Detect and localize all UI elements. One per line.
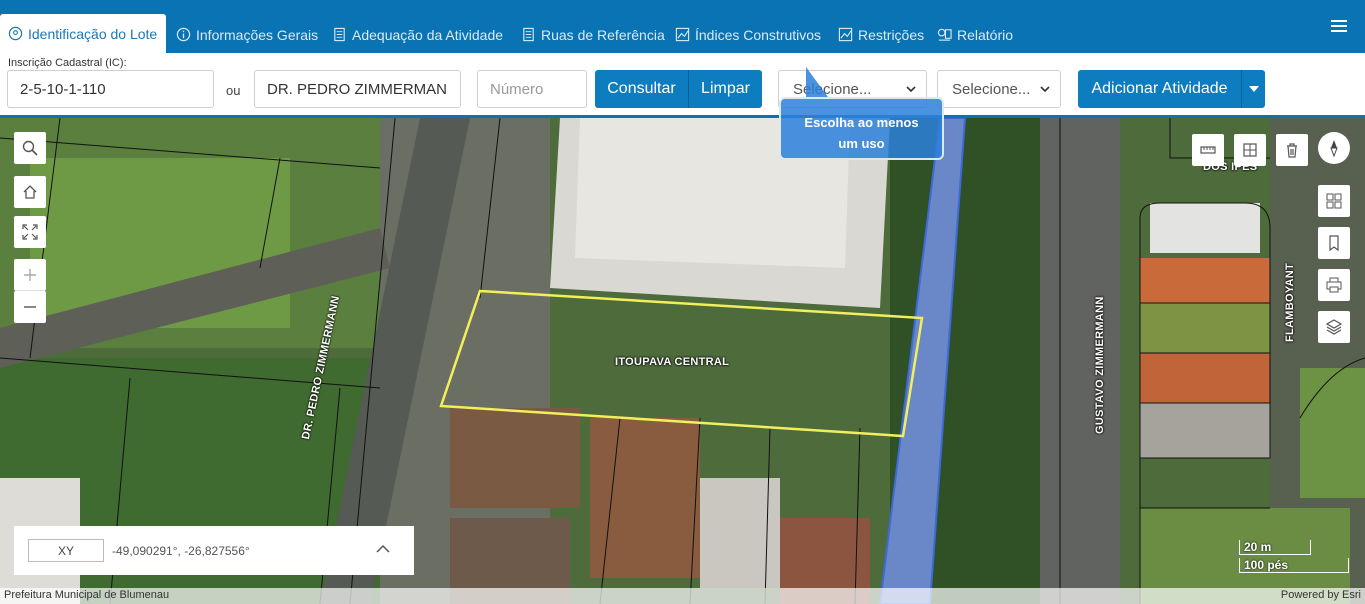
measure-distance-button[interactable]	[1234, 134, 1266, 166]
adicionar-dropdown-button[interactable]	[1241, 70, 1265, 108]
layers-icon	[1325, 319, 1343, 335]
consultar-button[interactable]: Consultar	[595, 70, 688, 108]
basemap-gallery-button[interactable]	[1318, 185, 1350, 217]
attribution-bar: Prefeitura Municipal de Blumenau Powered…	[0, 588, 1365, 604]
minus-icon	[24, 306, 36, 308]
home-icon	[23, 185, 37, 199]
document-icon	[334, 27, 345, 42]
attribution-esri[interactable]: Powered by Esri	[1281, 589, 1361, 603]
or-label: ou	[226, 83, 241, 98]
ic-label: Inscrição Cadastral (IC):	[8, 57, 127, 69]
tab-label: Índices Construtivos	[695, 26, 822, 43]
tab-informacoes-gerais[interactable]: Informações Gerais	[176, 16, 318, 53]
chart-icon	[675, 27, 690, 42]
tab-relatorio[interactable]: Relatório	[937, 16, 1013, 53]
activity-select-2[interactable]: Selecione...	[937, 70, 1061, 108]
tab-label: Relatório	[957, 26, 1014, 43]
printer-icon	[1326, 277, 1342, 293]
plus-icon	[24, 268, 36, 281]
scale-bar-imperial: 100 pés	[1239, 558, 1349, 573]
grid-icon	[1326, 193, 1342, 209]
number-input[interactable]	[477, 70, 587, 108]
attribution-source: Prefeitura Municipal de Blumenau	[4, 589, 170, 601]
compass-icon	[1330, 140, 1338, 157]
measure-area-button[interactable]	[1192, 134, 1224, 166]
document-icon	[523, 27, 534, 42]
street-label-flamboyant: FLAMBOYANT	[1284, 263, 1296, 342]
map-view[interactable]: ITOUPAVA CENTRAL DR. PEDRO ZIMMERMANN GU…	[0, 118, 1365, 604]
trash-icon	[1287, 143, 1297, 158]
tooltip-line-1: Escolha ao menos	[804, 115, 919, 130]
select-value: Selecione...	[793, 80, 872, 98]
tooltip-arrow	[806, 67, 828, 97]
tab-indices-construtivos[interactable]: Índices Construtivos	[675, 16, 821, 53]
search-form: Inscrição Cadastral (IC): ou Consultar L…	[0, 53, 1365, 118]
bairro-label: ITOUPAVA CENTRAL	[615, 356, 730, 368]
coordinate-mode-button[interactable]: XY	[28, 539, 104, 562]
ruler-icon	[1200, 146, 1216, 154]
street-label-gustavo: GUSTAVO ZIMMERMANN	[1094, 296, 1106, 434]
tab-label: Informações Gerais	[196, 26, 319, 43]
chevron-down-icon	[906, 86, 916, 93]
coordinate-readout: -49,090291°, -26,827556°	[112, 543, 250, 558]
chevron-down-icon	[1040, 86, 1050, 93]
menu-icon[interactable]	[1331, 20, 1347, 34]
scale-bar-metric: 20 m	[1239, 540, 1311, 555]
print-button[interactable]	[1318, 269, 1350, 301]
validation-tooltip: Escolha ao menos um uso	[779, 97, 944, 160]
layers-button[interactable]	[1318, 311, 1350, 343]
fullscreen-button[interactable]	[14, 216, 46, 248]
tab-label: Ruas de Referência	[541, 26, 665, 43]
tab-label: Restrições	[858, 26, 925, 43]
tab-adequacao-atividade[interactable]: Adequação da Atividade	[332, 16, 503, 53]
tooltip-line-2: um uso	[838, 136, 885, 151]
limpar-button[interactable]: Limpar	[688, 70, 762, 108]
zoom-in-button[interactable]	[14, 259, 46, 291]
adicionar-atividade-button[interactable]: Adicionar Atividade	[1078, 70, 1241, 108]
report-icon	[937, 28, 952, 41]
search-button[interactable]	[14, 132, 46, 164]
caret-down-icon	[1248, 86, 1259, 92]
coordinate-widget: XY -49,090291°, -26,827556°	[14, 526, 414, 575]
search-icon	[22, 140, 38, 156]
tab-restricoes[interactable]: Restrições	[838, 16, 924, 53]
measure-icon	[1243, 143, 1257, 157]
expand-icon	[22, 224, 38, 240]
street-input[interactable]	[254, 70, 461, 108]
tab-label: Identificação do Lote	[28, 25, 158, 42]
bookmark-button[interactable]	[1318, 227, 1350, 259]
delete-button[interactable]	[1276, 134, 1308, 166]
chevron-up-icon[interactable]	[376, 544, 390, 554]
map-pin-icon	[8, 26, 23, 41]
tab-ruas-referencia[interactable]: Ruas de Referência	[521, 16, 665, 53]
info-icon	[176, 27, 191, 42]
bookmark-icon	[1329, 235, 1339, 252]
top-tab-bar: Identificação do Lote Informações Gerais…	[0, 0, 1365, 53]
select-value: Selecione...	[952, 80, 1031, 98]
restriction-icon	[838, 27, 853, 42]
zoom-out-button[interactable]	[14, 291, 46, 323]
home-button[interactable]	[14, 176, 46, 208]
compass-button[interactable]	[1318, 132, 1350, 164]
tab-identificacao-lote[interactable]: Identificação do Lote	[0, 14, 166, 53]
ic-input[interactable]	[7, 70, 214, 108]
tab-label: Adequação da Atividade	[352, 26, 504, 43]
